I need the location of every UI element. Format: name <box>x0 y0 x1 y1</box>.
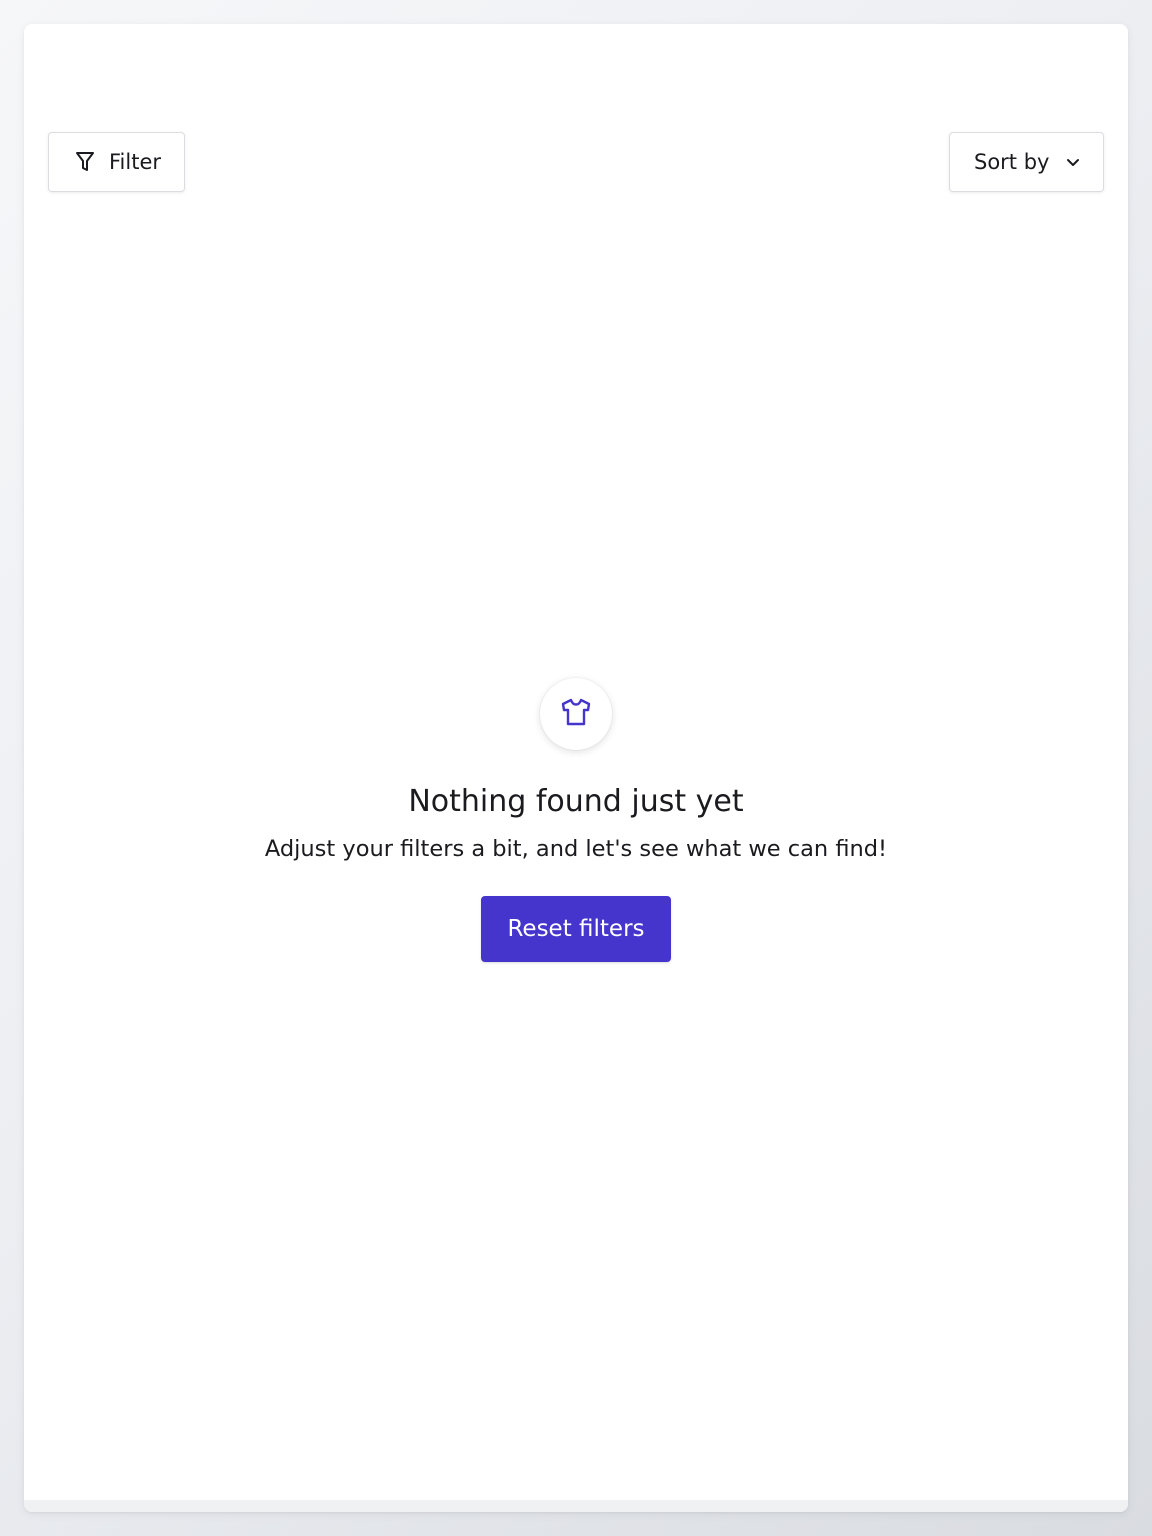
sort-by-dropdown[interactable]: Sort by <box>949 132 1104 192</box>
chevron-down-icon <box>1065 154 1081 170</box>
results-panel: Filter Sort by Nothing found just yet Ad… <box>24 24 1128 1512</box>
filter-button-label: Filter <box>109 150 162 174</box>
panel-footer-strip <box>24 1500 1128 1512</box>
shirt-icon <box>560 697 592 731</box>
reset-filters-button[interactable]: Reset filters <box>481 896 671 962</box>
empty-state: Nothing found just yet Adjust your filte… <box>24 678 1128 962</box>
filter-button[interactable]: Filter <box>48 132 185 192</box>
empty-state-title: Nothing found just yet <box>408 784 744 819</box>
empty-state-icon-container <box>540 678 612 750</box>
empty-state-subtitle: Adjust your filters a bit, and let's see… <box>264 836 888 862</box>
filter-funnel-icon <box>75 151 95 173</box>
sort-by-label: Sort by <box>974 150 1050 174</box>
